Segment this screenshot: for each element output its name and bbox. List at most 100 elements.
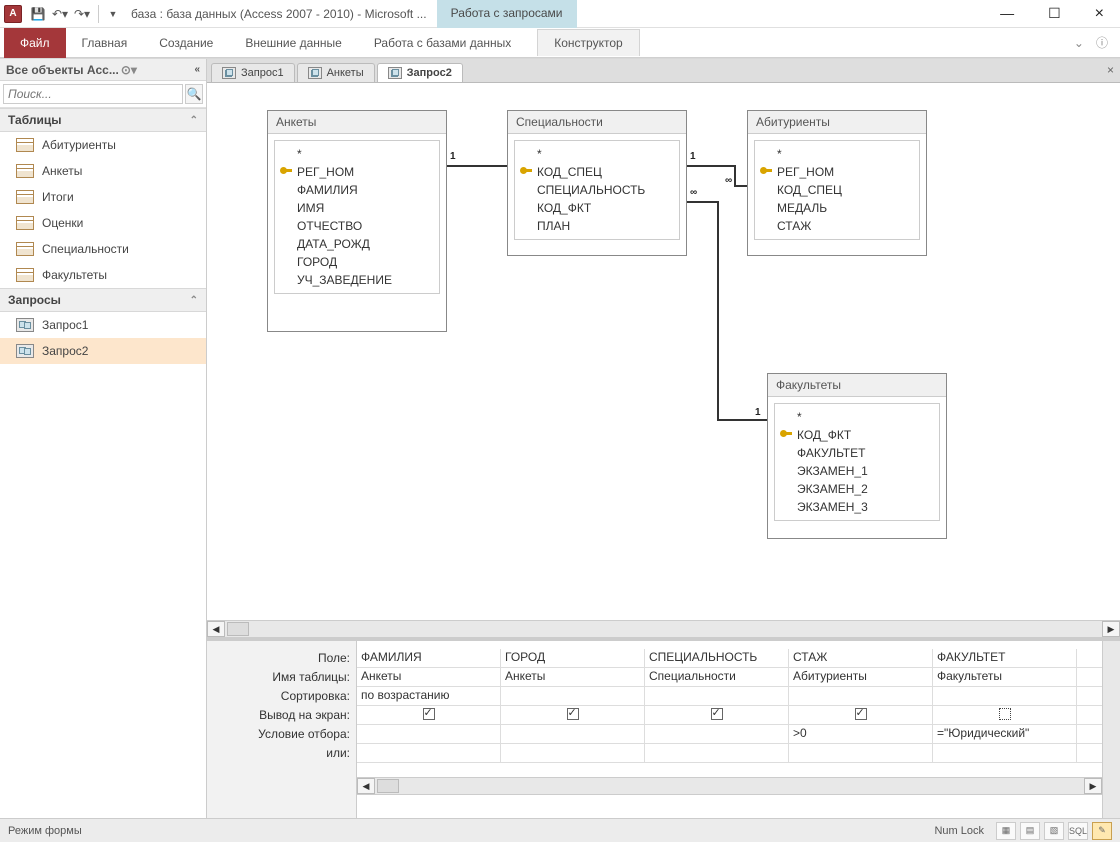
redo-icon[interactable]: ↷▾ (72, 4, 92, 24)
grid-cell[interactable]: >0 (789, 725, 933, 743)
ribbon-tab[interactable]: Внешние данные (229, 30, 358, 56)
search-input[interactable] (3, 84, 183, 104)
field-item[interactable]: ЭКЗАМЕН_1 (777, 462, 937, 480)
field-item[interactable]: ФАМИЛИЯ (277, 181, 437, 199)
save-icon[interactable]: 💾 (28, 4, 48, 24)
nav-item[interactable]: Факультеты (0, 262, 206, 288)
nav-header[interactable]: Все объекты Acc... ⊙▾ « (0, 59, 206, 81)
field-item[interactable]: МЕДАЛЬ (757, 199, 917, 217)
checkbox-icon[interactable] (567, 708, 579, 720)
table-box[interactable]: Факультеты*КОД_ФКТФАКУЛЬТЕТЭКЗАМЕН_1ЭКЗА… (767, 373, 947, 539)
table-title[interactable]: Анкеты (268, 111, 446, 134)
checkbox-icon[interactable] (999, 708, 1011, 720)
designer-scrollbar[interactable]: ◀ ▶ (207, 620, 1120, 638)
nav-item[interactable]: Итоги (0, 184, 206, 210)
scroll-thumb[interactable] (227, 622, 249, 636)
field-list[interactable]: *КОД_ФКТФАКУЛЬТЕТЭКЗАМЕН_1ЭКЗАМЕН_2ЭКЗАМ… (774, 403, 940, 521)
help-icon[interactable]: ⓘ (1096, 34, 1108, 51)
search-icon[interactable]: 🔍 (185, 84, 203, 104)
nav-item[interactable]: Абитуриенты (0, 132, 206, 158)
scroll-right-icon[interactable]: ▶ (1084, 778, 1102, 794)
field-item[interactable]: ИМЯ (277, 199, 437, 217)
nav-item[interactable]: Анкеты (0, 158, 206, 184)
ribbon-tab[interactable]: Создание (143, 30, 229, 56)
field-list[interactable]: *РЕГ_НОМФАМИЛИЯИМЯОТЧЕСТВОДАТА_РОЖДГОРОД… (274, 140, 440, 294)
field-list[interactable]: *КОД_СПЕЦСПЕЦИАЛЬНОСТЬКОД_ФКТПЛАН (514, 140, 680, 240)
grid-cell[interactable]: Специальности (645, 668, 789, 686)
nav-group-header[interactable]: Запросы⌃ (0, 288, 206, 312)
field-list[interactable]: *РЕГ_НОМКОД_СПЕЦМЕДАЛЬСТАЖ (754, 140, 920, 240)
document-tab[interactable]: Анкеты (297, 63, 375, 82)
grid-cell[interactable]: ГОРОД (501, 649, 645, 667)
field-all[interactable]: * (757, 145, 917, 163)
view-chart-icon[interactable]: ▧ (1044, 822, 1064, 840)
field-item[interactable]: УЧ_ЗАВЕДЕНИЕ (277, 271, 437, 289)
grid-cell[interactable]: ФАКУЛЬТЕТ (933, 649, 1077, 667)
qat-customize-icon[interactable]: ▼ (103, 4, 123, 24)
field-item[interactable]: ФАКУЛЬТЕТ (777, 444, 937, 462)
grid-cell[interactable]: ="Юридический" (933, 725, 1077, 743)
table-title[interactable]: Факультеты (768, 374, 946, 397)
query-designer[interactable]: 1 1 ∞ ∞ 1 Анкеты*РЕГ_НОМФАМИЛИЯИМЯОТЧЕСТ… (207, 83, 1120, 620)
field-all[interactable]: * (277, 145, 437, 163)
field-item[interactable]: ПЛАН (517, 217, 677, 235)
grid-columns[interactable]: ФАМИЛИЯГОРОДСПЕЦИАЛЬНОСТЬСТАЖФАКУЛЬТЕТ Ан… (357, 641, 1102, 818)
grid-cell[interactable] (501, 725, 645, 743)
nav-item[interactable]: Специальности (0, 236, 206, 262)
checkbox-icon[interactable] (711, 708, 723, 720)
grid-cell[interactable]: СПЕЦИАЛЬНОСТЬ (645, 649, 789, 667)
table-title[interactable]: Абитуриенты (748, 111, 926, 134)
file-tab[interactable]: Файл (4, 28, 66, 58)
field-all[interactable]: * (777, 408, 937, 426)
field-item[interactable]: КОД_ФКТ (777, 426, 937, 444)
grid-cell[interactable]: Анкеты (501, 668, 645, 686)
scroll-thumb[interactable] (377, 779, 399, 793)
view-sql-icon[interactable]: SQL (1068, 822, 1088, 840)
grid-cell[interactable]: Анкеты (357, 668, 501, 686)
field-item[interactable]: КОД_СПЕЦ (757, 181, 917, 199)
grid-cell[interactable] (357, 725, 501, 743)
maximize-icon[interactable]: ☐ (1048, 5, 1061, 23)
field-item[interactable]: ЭКЗАМЕН_2 (777, 480, 937, 498)
grid-cell[interactable] (645, 744, 789, 762)
nav-item[interactable]: Оценки (0, 210, 206, 236)
grid-cell[interactable] (645, 687, 789, 705)
field-item[interactable]: РЕГ_НОМ (757, 163, 917, 181)
scroll-left-icon[interactable]: ◀ (207, 621, 225, 637)
grid-cell[interactable]: ФАМИЛИЯ (357, 649, 501, 667)
grid-cell[interactable] (789, 706, 933, 724)
minimize-icon[interactable]: — (1000, 5, 1014, 23)
grid-cell[interactable] (501, 744, 645, 762)
ribbon-tab[interactable]: Главная (66, 30, 144, 56)
tab-close-icon[interactable]: × (1107, 63, 1114, 77)
grid-scrollbar[interactable]: ◀▶ (357, 777, 1102, 795)
grid-cell[interactable] (789, 687, 933, 705)
grid-cell[interactable] (789, 744, 933, 762)
field-all[interactable]: * (517, 145, 677, 163)
field-item[interactable]: КОД_СПЕЦ (517, 163, 677, 181)
scroll-left-icon[interactable]: ◀ (357, 778, 375, 794)
view-pivot-icon[interactable]: ▤ (1020, 822, 1040, 840)
grid-cell[interactable]: СТАЖ (789, 649, 933, 667)
table-box[interactable]: Анкеты *РЕГ_НОМФАМИЛИЯИМЯОТЧЕСТВОДАТА_РОЖ… (267, 110, 447, 332)
ribbon-tab-design[interactable]: Конструктор (537, 29, 639, 56)
field-item[interactable]: ЭКЗАМЕН_3 (777, 498, 937, 516)
nav-collapse-icon[interactable]: « (194, 64, 200, 75)
checkbox-icon[interactable] (423, 708, 435, 720)
grid-cell[interactable] (645, 706, 789, 724)
close-icon[interactable]: × (1095, 5, 1104, 23)
grid-cell[interactable]: Абитуриенты (789, 668, 933, 686)
field-item[interactable]: СТАЖ (757, 217, 917, 235)
grid-cell[interactable] (933, 706, 1077, 724)
scroll-right-icon[interactable]: ▶ (1102, 621, 1120, 637)
view-design-icon[interactable]: ✎ (1092, 822, 1112, 840)
grid-cell[interactable]: по возрастанию (357, 687, 501, 705)
grid-cell[interactable] (501, 706, 645, 724)
grid-cell[interactable]: Факультеты (933, 668, 1077, 686)
checkbox-icon[interactable] (855, 708, 867, 720)
field-item[interactable]: ДАТА_РОЖД (277, 235, 437, 253)
field-item[interactable]: СПЕЦИАЛЬНОСТЬ (517, 181, 677, 199)
table-box[interactable]: Абитуриенты *РЕГ_НОМКОД_СПЕЦМЕДАЛЬСТАЖ (747, 110, 927, 256)
grid-cell[interactable] (501, 687, 645, 705)
field-item[interactable]: ГОРОД (277, 253, 437, 271)
